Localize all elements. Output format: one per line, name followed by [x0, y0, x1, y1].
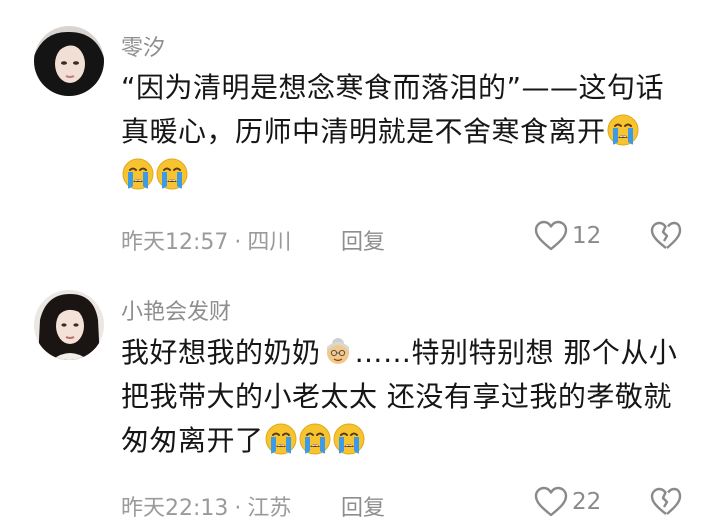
heart-icon — [534, 220, 568, 251]
like-count: 12 — [572, 223, 602, 249]
comment-text: 我好想我的奶奶 ……特别特别想 那个从小把我带大的小老太太 还没有享过我的孝敬就匆… — [121, 331, 681, 463]
meta-separator: · — [234, 230, 242, 255]
like-button[interactable]: 22 — [534, 486, 601, 518]
avatar[interactable] — [34, 26, 104, 96]
comment-text: “因为清明是想念寒食而落泪的”——这句话真暖心，历师中清明就是不舍寒食离开 — [121, 66, 681, 198]
location: 江苏 — [247, 496, 292, 521]
reply-button[interactable]: 回复 — [341, 224, 385, 256]
like-button[interactable]: 12 — [534, 220, 601, 252]
crying-face-icon — [156, 158, 188, 190]
dislike-button[interactable] — [650, 487, 682, 521]
dislike-button[interactable] — [650, 221, 682, 255]
broken-heart-icon — [650, 221, 682, 249]
location: 四川 — [247, 230, 292, 255]
reply-button[interactable]: 回复 — [341, 490, 385, 522]
comment-meta: 昨天22:13 · 江苏 — [121, 490, 291, 522]
comment-text-content: 我好想我的奶奶 — [121, 336, 321, 369]
old-woman-icon — [322, 335, 354, 367]
username[interactable]: 小艳会发财 — [121, 294, 231, 326]
username[interactable]: 零汐 — [121, 30, 165, 62]
timestamp: 昨天22:13 — [121, 496, 229, 521]
crying-face-icon — [333, 423, 365, 455]
comment-meta: 昨天12:57 · 四川 — [121, 224, 291, 256]
crying-face-icon — [299, 423, 331, 455]
crying-face-icon — [265, 423, 297, 455]
avatar[interactable] — [34, 290, 104, 360]
crying-face-icon — [122, 158, 154, 190]
comment-text-content: “因为清明是想念寒食而落泪的”——这句话真暖心，历师中清明就是不舍寒食离开 — [121, 71, 665, 148]
crying-face-icon — [607, 114, 639, 146]
timestamp: 昨天12:57 — [121, 230, 229, 255]
broken-heart-icon — [650, 487, 682, 515]
meta-separator: · — [234, 496, 242, 521]
heart-icon — [534, 486, 568, 517]
like-count: 22 — [572, 489, 602, 515]
